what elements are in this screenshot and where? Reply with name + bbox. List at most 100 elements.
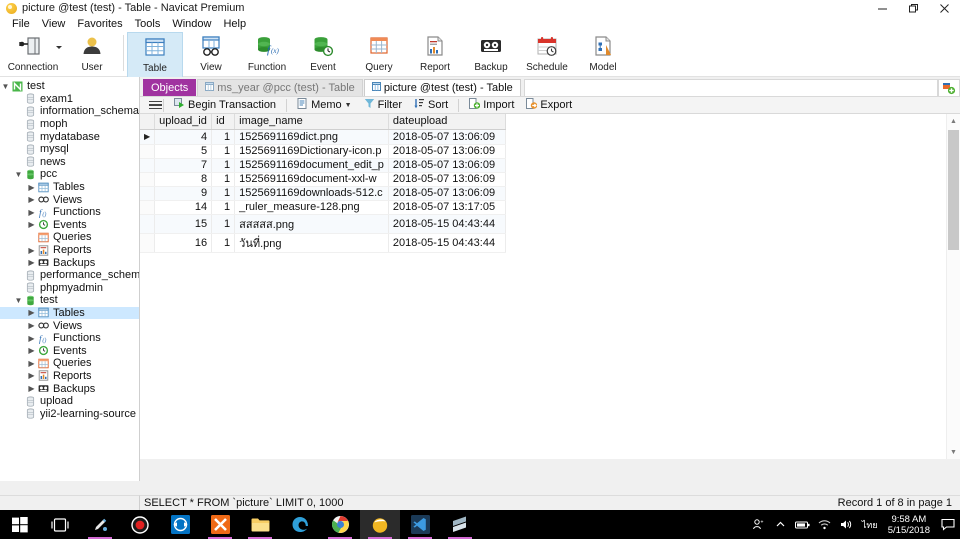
table-row[interactable]: 911525691169downloads-512.c2018-05-07 13… [140, 186, 505, 200]
chevron-right-icon[interactable]: ▶ [26, 384, 37, 393]
maximize-button[interactable] [898, 0, 929, 17]
tree-item-views[interactable]: ▶Views [0, 319, 139, 332]
tree-item-mydatabase[interactable]: mydatabase [0, 130, 139, 143]
data-grid[interactable]: upload_id id image_name dateupload ▶4115… [140, 114, 960, 459]
cell-id[interactable]: 1 [212, 144, 235, 158]
column-header-upload-id[interactable]: upload_id [155, 114, 212, 129]
windows-start-icon[interactable] [0, 510, 40, 539]
table-row[interactable]: ▶411525691169dict.png2018-05-07 13:06:09 [140, 129, 505, 144]
xampp-icon[interactable] [200, 510, 240, 539]
sort-button[interactable]: Sort [409, 97, 453, 113]
tree-item-backups[interactable]: ▶Backups [0, 256, 139, 269]
cell-image-name[interactable]: 1525691169Dictionary-icon.p [235, 144, 389, 158]
cell-dateupload[interactable]: 2018-05-15 04:43:44 [388, 214, 505, 233]
menu-item-tools[interactable]: Tools [129, 17, 167, 32]
menu-item-view[interactable]: View [36, 17, 72, 32]
cell-id[interactable]: 1 [212, 186, 235, 200]
cell-dateupload[interactable]: 2018-05-07 13:17:05 [388, 200, 505, 214]
toolbar-view-button[interactable]: View [183, 32, 239, 77]
chrome-icon[interactable] [320, 510, 360, 539]
chevron-right-icon[interactable]: ▶ [26, 183, 37, 192]
chevron-right-icon[interactable]: ▶ [26, 359, 37, 368]
scrollbar-thumb[interactable] [948, 130, 959, 250]
cell-dateupload[interactable]: 2018-05-07 13:06:09 [388, 144, 505, 158]
toolbar-event-button[interactable]: Event [295, 32, 351, 77]
menu-item-window[interactable]: Window [166, 17, 217, 32]
chevron-down-icon[interactable]: ▼ [0, 82, 11, 91]
battery-icon[interactable] [792, 510, 814, 539]
table-row[interactable]: 811525691169document-xxl-w2018-05-07 13:… [140, 172, 505, 186]
tree-item-functions[interactable]: ▶f()Functions [0, 206, 139, 219]
tree-item-tables[interactable]: ▶Tables [0, 181, 139, 194]
tree-item-queries[interactable]: ▶Queries [0, 357, 139, 370]
tree-item-performance-schema[interactable]: performance_schema [0, 269, 139, 282]
cell-id[interactable]: 1 [212, 233, 235, 252]
column-header-dateupload[interactable]: dateupload [388, 114, 505, 129]
toolbar-report-button[interactable]: Report [407, 32, 463, 77]
cell-upload-id[interactable]: 15 [155, 214, 212, 233]
chevron-right-icon[interactable]: ▶ [26, 308, 37, 317]
chevron-right-icon[interactable]: ▶ [26, 220, 37, 229]
toolbar-table-button[interactable]: Table [127, 32, 183, 77]
tree-item-information-schema[interactable]: information_schema [0, 105, 139, 118]
cell-id[interactable]: 1 [212, 129, 235, 144]
file-explorer-icon[interactable] [240, 510, 280, 539]
toolbar-schedule-button[interactable]: Schedule [519, 32, 575, 77]
cell-id[interactable]: 1 [212, 172, 235, 186]
table-row[interactable]: 151สสสสส.png2018-05-15 04:43:44 [140, 214, 505, 233]
tree-item-moph[interactable]: moph [0, 118, 139, 131]
cell-upload-id[interactable]: 9 [155, 186, 212, 200]
chevron-right-icon[interactable]: ▶ [26, 321, 37, 330]
tree-item-test[interactable]: ▼test [0, 294, 139, 307]
tree-item-events[interactable]: ▶Events [0, 219, 139, 232]
cell-dateupload[interactable]: 2018-05-07 13:06:09 [388, 172, 505, 186]
tree-item-functions[interactable]: ▶f()Functions [0, 332, 139, 345]
object-tree-panel[interactable]: ▼testexam1information_schemamophmydataba… [0, 77, 140, 481]
taskbar-clock[interactable]: 9:58 AM 5/15/2018 [882, 514, 936, 536]
chevron-right-icon[interactable]: ▶ [26, 195, 37, 204]
hamburger-icon[interactable] [145, 101, 158, 110]
table-row[interactable]: 511525691169Dictionary-icon.p2018-05-07 … [140, 144, 505, 158]
tree-item-yii2-learning-source[interactable]: yii2-learning-source [0, 407, 139, 420]
close-button[interactable] [929, 0, 960, 17]
table-row[interactable]: 161วันที่.png2018-05-15 04:43:44 [140, 233, 505, 252]
table-row[interactable]: 711525691169document_edit_p2018-05-07 13… [140, 158, 505, 172]
cell-dateupload[interactable]: 2018-05-07 13:06:09 [388, 158, 505, 172]
task-view-icon[interactable] [40, 510, 80, 539]
tree-item-reports[interactable]: ▶Reports [0, 370, 139, 383]
cell-id[interactable]: 1 [212, 200, 235, 214]
tree-item-views[interactable]: ▶Views [0, 193, 139, 206]
toolbar-connection-button[interactable]: Connection [2, 32, 64, 77]
new-tab-icon[interactable] [938, 79, 960, 96]
language-indicator[interactable]: ไทย [858, 510, 882, 539]
toolbar-function-button[interactable]: f (x) Function [239, 32, 295, 77]
chevron-right-icon[interactable]: ▶ [26, 334, 37, 343]
cell-image-name[interactable]: _ruler_measure-128.png [235, 200, 389, 214]
record-icon[interactable] [120, 510, 160, 539]
menu-item-help[interactable]: Help [217, 17, 252, 32]
snip-tool-icon[interactable] [80, 510, 120, 539]
cell-dateupload[interactable]: 2018-05-07 13:06:09 [388, 129, 505, 144]
toolbar-model-button[interactable]: Model [575, 32, 631, 77]
minimize-button[interactable] [867, 0, 898, 17]
tree-item-backups[interactable]: ▶Backups [0, 382, 139, 395]
chevron-down-icon[interactable]: ▼ [13, 170, 24, 179]
cell-image-name[interactable]: 1525691169document-xxl-w [235, 172, 389, 186]
tab-picture[interactable]: picture @test (test) - Table [364, 79, 521, 96]
wifi-icon[interactable] [814, 510, 836, 539]
tab-ms-year[interactable]: ms_year @pcc (test) - Table [197, 79, 363, 96]
cell-image-name[interactable]: สสสสส.png [235, 214, 389, 233]
scroll-up-icon[interactable]: ▲ [947, 114, 960, 128]
tree-item-upload[interactable]: upload [0, 395, 139, 408]
tree-item-queries[interactable]: Queries [0, 231, 139, 244]
cell-upload-id[interactable]: 14 [155, 200, 212, 214]
navicat-icon[interactable] [360, 510, 400, 539]
vscode-icon[interactable] [400, 510, 440, 539]
tree-item-pcc[interactable]: ▼pcc [0, 168, 139, 181]
tree-item-tables[interactable]: ▶Tables [0, 307, 139, 320]
column-header-id[interactable]: id [212, 114, 235, 129]
cell-upload-id[interactable]: 5 [155, 144, 212, 158]
people-icon[interactable]: + [748, 510, 770, 539]
cell-dateupload[interactable]: 2018-05-15 04:43:44 [388, 233, 505, 252]
menu-item-file[interactable]: File [6, 17, 36, 32]
